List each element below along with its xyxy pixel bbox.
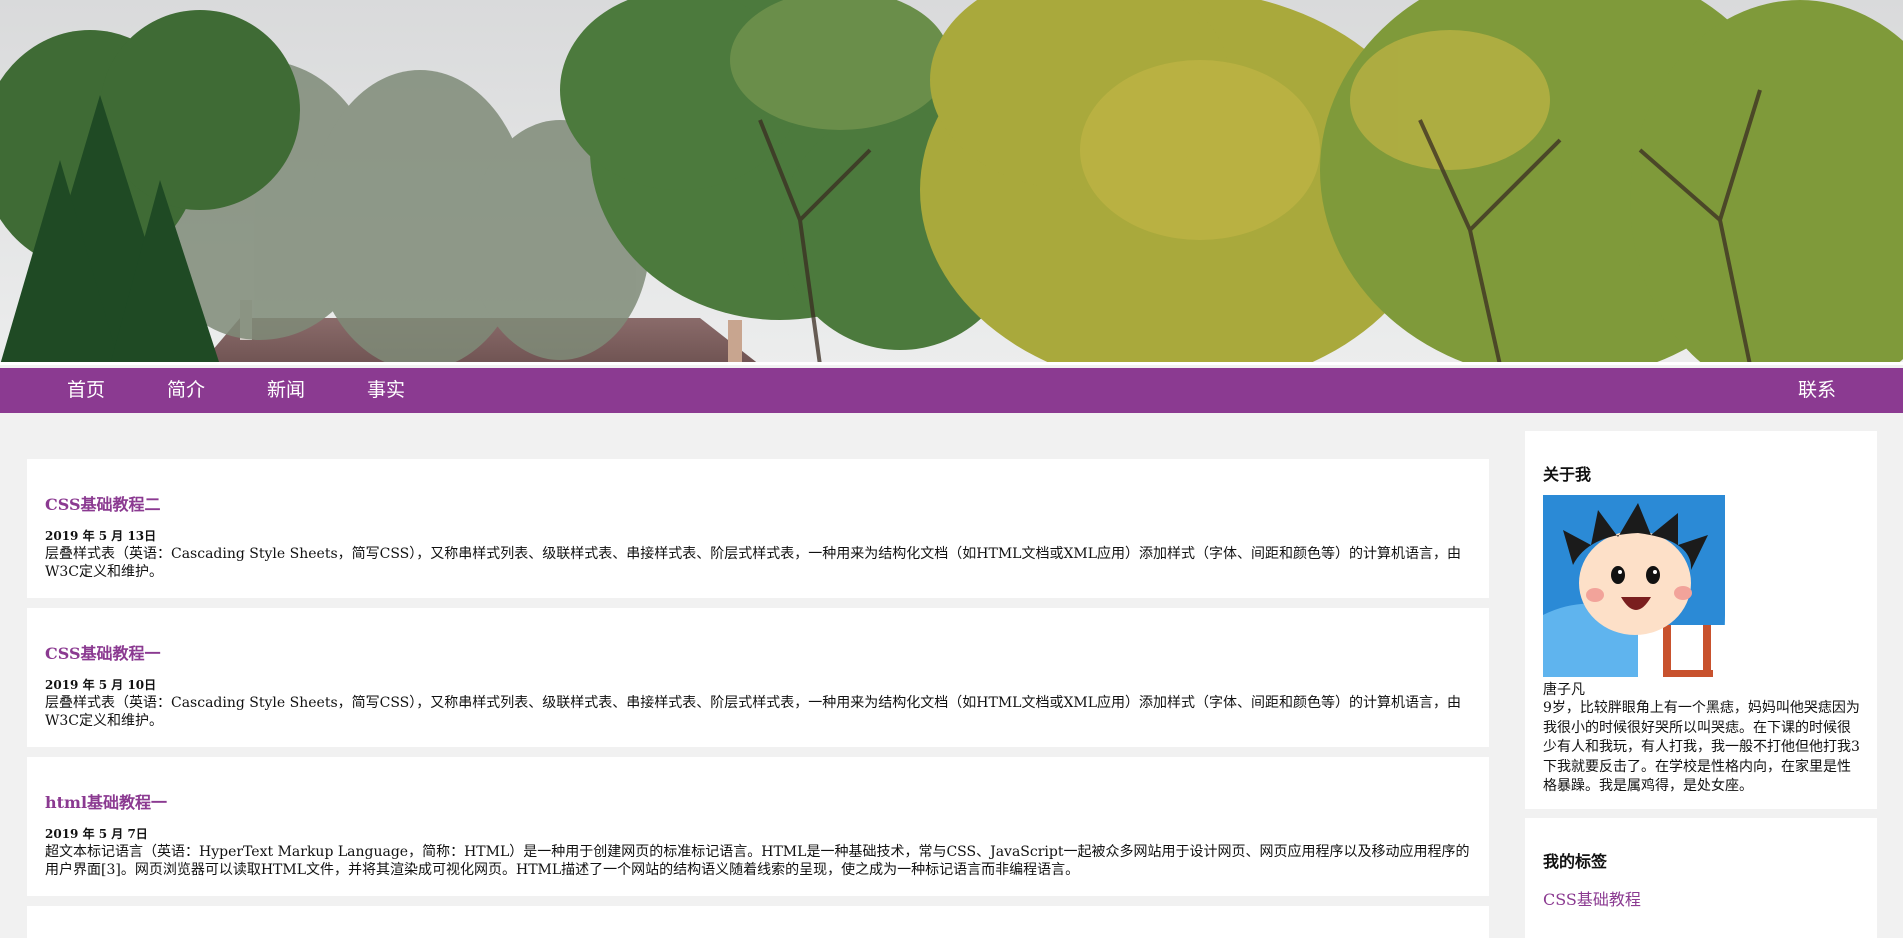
post-card: html基础教程一 2019 年 5 月 7日 超文本标记语言（英语：Hyper…	[27, 757, 1489, 896]
about-bio: 9岁，比较胖眼角上有一个黑痣，妈妈叫他哭痣因为我很小的时候很好哭所以叫哭痣。在下…	[1543, 700, 1860, 794]
tags-heading: 我的标签	[1543, 852, 1608, 871]
nav-news[interactable]: 新闻	[267, 368, 305, 413]
post-title[interactable]: CSS基础教程一	[45, 640, 1471, 664]
header-banner-image	[0, 0, 1903, 365]
post-excerpt: 超文本标记语言（英语：HyperText Markup Language，简称：…	[45, 844, 1470, 878]
nav-contact[interactable]: 联系	[1798, 368, 1836, 413]
about-me-card: 关于我 唐子凡 9岁，比较胖眼角上有一个黑痣，妈妈叫他哭痣因为我很小的时候很好哭…	[1525, 431, 1877, 809]
post-excerpt: 层叠样式表（英语：Cascading Style Sheets，简写CSS），又…	[45, 546, 1462, 580]
post-card: CSS基础教程二 2019 年 5 月 13日 层叠样式表（英语：Cascadi…	[27, 459, 1489, 598]
post-date: 2019 年 5 月 10日	[45, 678, 157, 692]
post-title[interactable]: html基础教程一	[45, 789, 1471, 813]
tag-link[interactable]: CSS基础教程	[1543, 886, 1859, 910]
post-date: 2019 年 5 月 13日	[45, 529, 157, 543]
nav-intro[interactable]: 简介	[167, 368, 205, 413]
post-card: CSS基础教程一 2019 年 5 月 10日 层叠样式表（英语：Cascadi…	[27, 608, 1489, 747]
main-navbar: 首页 简介 新闻 事实 联系	[0, 368, 1903, 413]
post-title[interactable]: CSS基础教程二	[45, 491, 1471, 515]
post-card-partial	[27, 906, 1489, 938]
tags-card: 我的标签 CSS基础教程	[1525, 818, 1877, 938]
about-name: 唐子凡	[1543, 682, 1585, 698]
post-date: 2019 年 5 月 7日	[45, 827, 148, 841]
nav-facts[interactable]: 事实	[367, 368, 405, 413]
nav-home[interactable]: 首页	[67, 368, 105, 413]
post-excerpt: 层叠样式表（英语：Cascading Style Sheets，简写CSS），又…	[45, 695, 1462, 729]
avatar	[1543, 495, 1725, 677]
about-heading: 关于我	[1543, 465, 1592, 484]
